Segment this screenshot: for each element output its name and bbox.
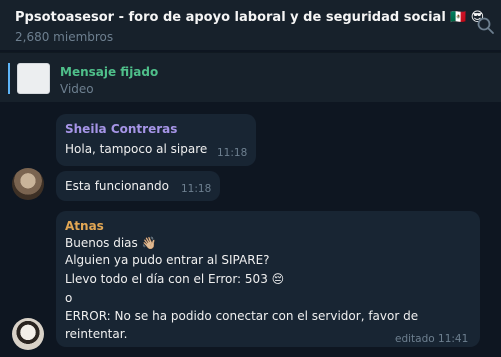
message-line: o <box>65 291 73 305</box>
chat-title-text: Ppsotoasesor - foro de apoyo laboral y d… <box>15 10 446 25</box>
message-bubble[interactable]: Atnas Buenos dias 👋🏼 Alguien ya pudo ent… <box>56 211 480 347</box>
message-line: Alguien ya pudo entrar al SIPARE? <box>65 253 270 267</box>
avatar[interactable] <box>12 168 44 200</box>
pinned-label: Mensaje fijado <box>60 65 159 79</box>
message-text: Hola, tampoco al sipare <box>65 142 208 156</box>
message-bubble[interactable]: Esta funcionando 11:18 <box>56 171 220 201</box>
pinned-message-bar[interactable]: Mensaje fijado Video <box>0 52 501 102</box>
message-bubble[interactable]: Sheila Contreras Hola, tampoco al sipare… <box>56 114 256 166</box>
avatar[interactable] <box>12 318 44 350</box>
message-line: reintentar. <box>65 327 128 341</box>
chat-header[interactable]: Ppsotoasesor - foro de apoyo laboral y d… <box>0 0 501 50</box>
pinned-video-thumbnail <box>17 63 50 94</box>
pinned-subtitle: Video <box>60 82 94 96</box>
message-line: Llevo todo el día con el Error: 503 😔 <box>65 272 285 286</box>
message-line: Buenos dias 👋🏼 <box>65 236 157 250</box>
message-text: Esta funcionando <box>65 179 169 193</box>
message-time: 11:18 <box>217 147 248 159</box>
chat-title: Ppsotoasesor - foro de apoyo laboral y d… <box>15 10 484 25</box>
message-time: editado 11:41 <box>395 333 469 345</box>
message-time: 11:18 <box>181 183 212 195</box>
message-sender: Atnas <box>65 219 104 233</box>
message-line: ERROR: No se ha podido conectar con el s… <box>65 309 419 323</box>
pinned-accent-bar <box>8 63 10 94</box>
message-sender: Sheila Contreras <box>65 122 178 136</box>
member-count: 2,680 miembros <box>15 30 114 44</box>
search-icon[interactable] <box>476 16 496 36</box>
